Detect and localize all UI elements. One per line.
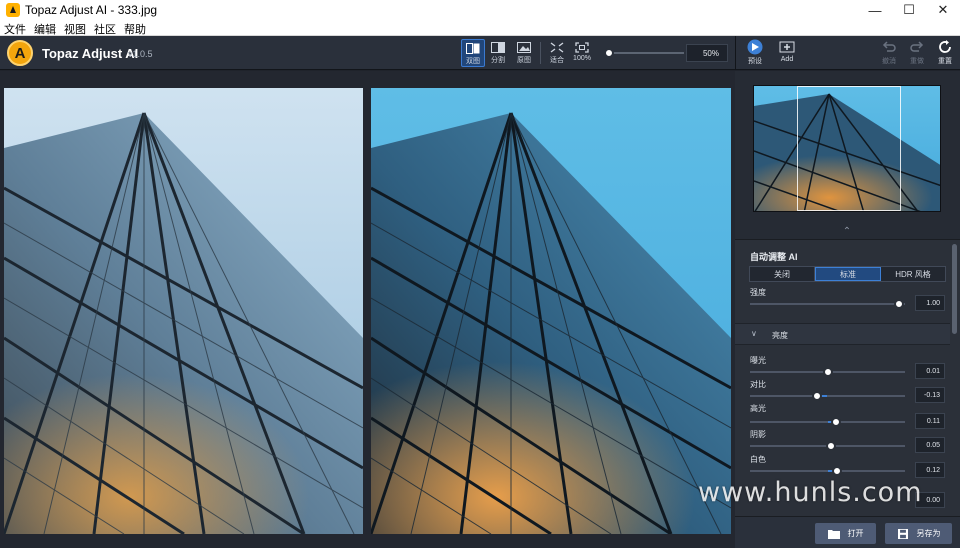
menu-bar: 文件 编辑 视图 社区 帮助 [0,20,960,36]
menu-help[interactable]: 帮助 [120,20,150,36]
watermark-text: www.hunls.com [698,477,923,508]
menu-edit[interactable]: 编辑 [30,20,60,36]
undo-icon [882,41,896,52]
toolbar-divider [540,42,541,64]
panel-scrollbar[interactable] [952,244,957,334]
contrast-slider-knob[interactable] [812,391,823,401]
bottom-action-bar: 打开 另存为 [735,516,960,548]
maximize-icon[interactable]: ☐ [892,0,926,20]
add-icon [779,41,795,53]
menu-view[interactable]: 视图 [60,20,90,36]
highlights-value[interactable]: 0.11 [915,413,945,429]
exposure-label: 曝光 [750,356,766,365]
folder-icon [827,529,840,539]
dual-view-icon [466,43,480,54]
contrast-slider-track[interactable] [750,395,905,397]
mode-standard-option[interactable]: 标准 [815,267,881,281]
shadows-label: 阴影 [750,430,766,439]
strength-slider-knob[interactable] [893,299,904,309]
preset-button[interactable]: 预设 [742,39,768,69]
chevron-up-icon[interactable]: ⌃ [841,226,853,238]
save-as-button[interactable]: 另存为 [885,523,952,544]
undo-label: 撤消 [882,58,896,65]
reset-icon [939,40,951,53]
preset-icon [747,39,763,55]
image-viewer[interactable] [0,71,735,548]
actual-size-label: 100% [573,55,591,62]
exposure-value[interactable]: 0.01 [915,363,945,379]
redo-icon [910,41,924,52]
fit-label: 适合 [550,57,564,64]
navigator-thumbnail[interactable] [753,85,941,212]
window-title: Topaz Adjust AI - 333.jpg [25,3,158,17]
fit-icon [550,42,564,53]
redo-button[interactable]: 重做 [904,39,930,69]
reset-button[interactable]: 重置 [932,39,958,69]
adjusted-image [371,88,731,534]
menu-community[interactable]: 社区 [90,20,120,36]
auto-adjust-title: 自动调整 AI [750,252,798,262]
split-view-icon [491,42,505,53]
whites-value[interactable]: 0.12 [915,462,945,478]
app-icon [6,3,20,17]
chevron-down-icon: ∨ [751,329,757,338]
settings-scroll-area[interactable]: 自动调整 AI 关闭 标准 HDR 风格 强度 1.00 ∨ 亮度 曝光 0.0… [735,239,960,516]
strength-label: 强度 [750,288,766,297]
close-icon[interactable]: ✕ [926,0,960,20]
dual-view-button[interactable]: 双图 [461,39,485,67]
window-titlebar: Topaz Adjust AI - 333.jpg — ☐ ✕ [0,0,960,20]
add-label: Add [780,56,794,63]
whites-label: 白色 [750,455,766,464]
fit-button[interactable]: 适合 [545,39,569,67]
save-icon [897,528,908,539]
split-view-button[interactable]: 分割 [486,39,510,67]
zoom-value-field[interactable]: 50% [686,44,728,62]
redo-label: 重做 [910,58,924,65]
strength-value[interactable]: 1.00 [915,295,945,311]
highlights-slider-knob[interactable] [831,417,842,427]
app-name: Topaz Adjust AI [42,46,139,61]
actual-size-icon [575,42,589,53]
dual-view-label: 双图 [466,58,480,65]
split-view-label: 分割 [491,57,505,64]
open-button[interactable]: 打开 [815,523,876,544]
app-version: v1.0.5 [128,49,153,59]
original-image [4,88,363,534]
strength-slider-track[interactable] [750,303,905,305]
actual-size-button[interactable]: 100% [570,39,594,67]
exposure-slider-knob[interactable] [823,367,834,377]
brightness-group-label: 亮度 [772,331,788,340]
original-view-label: 原图 [517,57,531,64]
navigator-viewport-frame[interactable] [797,86,901,211]
ai-mode-selector: 关闭 标准 HDR 风格 [749,266,946,282]
shadows-value[interactable]: 0.05 [915,437,945,453]
contrast-value[interactable]: -0.13 [915,387,945,403]
open-label: 打开 [847,529,864,538]
save-as-label: 另存为 [916,529,941,538]
highlights-label: 高光 [750,404,766,413]
reset-label: 重置 [938,58,952,65]
brightness-group-header[interactable]: ∨ 亮度 [735,323,950,345]
menu-file[interactable]: 文件 [0,20,30,36]
contrast-label: 对比 [750,380,766,389]
zoom-slider-track[interactable] [609,52,684,54]
add-preset-button[interactable]: Add [774,39,800,69]
shadows-slider-knob[interactable] [826,441,837,451]
original-view-button[interactable]: 原图 [512,39,536,67]
app-logo-icon: A [7,40,33,66]
minimize-icon[interactable]: — [858,0,892,20]
mode-off-option[interactable]: 关闭 [750,267,815,281]
preset-label: 预设 [748,58,762,65]
mode-hdr-option[interactable]: HDR 风格 [881,267,945,281]
right-toolbar: 预设 Add 撤消 重做 重置 [735,36,960,70]
original-view-icon [517,42,531,53]
zoom-slider-knob[interactable] [604,48,614,58]
undo-button[interactable]: 撤消 [876,39,902,69]
whites-slider-knob[interactable] [831,466,842,476]
